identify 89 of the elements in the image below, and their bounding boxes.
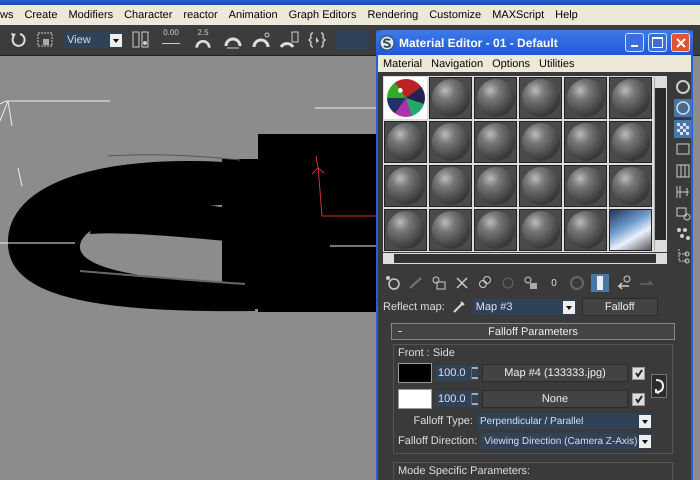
maximize-button[interactable] <box>648 33 667 52</box>
material-slot[interactable] <box>429 165 472 207</box>
menu-item[interactable]: Animation <box>228 9 278 21</box>
angle-snap-button[interactable]: 2.5 <box>191 28 215 52</box>
get-material-icon[interactable] <box>384 274 402 292</box>
falloff-type-dropdown[interactable]: Perpendicular / Parallel <box>477 413 652 429</box>
material-slot[interactable] <box>429 209 472 251</box>
material-slot[interactable] <box>429 121 472 163</box>
map-name-dropdown[interactable]: Map #3 <box>472 299 576 315</box>
checkbox[interactable] <box>632 392 645 406</box>
menu-item[interactable]: Help <box>555 9 578 21</box>
close-button[interactable] <box>671 33 690 52</box>
show-map-icon[interactable] <box>591 274 609 292</box>
material-slot[interactable] <box>564 77 607 119</box>
material-slot[interactable] <box>609 121 652 163</box>
menu-item[interactable]: Options <box>492 58 530 70</box>
material-slot[interactable] <box>474 165 517 207</box>
map-type-button[interactable]: Falloff <box>582 298 658 316</box>
color-swatch[interactable] <box>398 363 432 383</box>
map-button[interactable]: Map #4 (133333.jpg) <box>482 364 628 382</box>
put-to-library-icon[interactable] <box>522 274 540 292</box>
minimize-button[interactable] <box>625 33 644 52</box>
magnet-icon[interactable] <box>251 30 271 50</box>
photo-placeholder[interactable] <box>609 209 652 251</box>
color-swatch[interactable] <box>398 389 432 409</box>
columns-icon[interactable] <box>674 162 692 180</box>
material-slot[interactable] <box>429 77 472 119</box>
selection-set-field[interactable] <box>335 30 369 50</box>
material-slot[interactable] <box>384 165 427 207</box>
material-slot[interactable] <box>564 121 607 163</box>
swap-button[interactable] <box>651 374 667 398</box>
material-slot[interactable] <box>474 77 517 119</box>
swap-icon <box>653 376 665 396</box>
material-slot[interactable] <box>384 121 427 163</box>
menu-item[interactable]: MAXScript <box>492 9 544 21</box>
magnet-icon <box>194 38 212 50</box>
material-slot[interactable] <box>519 165 562 207</box>
menu-item[interactable]: Material <box>383 58 422 70</box>
material-slot[interactable] <box>474 121 517 163</box>
pivot-icon[interactable] <box>131 30 151 50</box>
menu-item[interactable]: Character <box>124 9 172 21</box>
menu-item[interactable]: Navigation <box>431 58 484 70</box>
falloff-type-label: Falloff Type: <box>413 415 473 427</box>
horizontal-scrollbar[interactable] <box>383 253 667 264</box>
close-icon <box>676 38 686 48</box>
menu-item[interactable]: reactor <box>183 9 218 21</box>
menu-item[interactable]: Create <box>24 9 58 21</box>
reset-icon[interactable] <box>430 274 448 292</box>
falloff-direction-label: Falloff Direction: <box>398 435 478 447</box>
reference-dropdown[interactable]: View <box>64 32 123 48</box>
rollout-header[interactable]: Falloff Parameters <box>391 323 675 340</box>
material-slot[interactable] <box>474 209 517 251</box>
material-id-button[interactable]: 0 <box>545 278 563 288</box>
magnet-icon[interactable] <box>279 30 299 50</box>
group-title: Mode Specific Parameters: <box>398 465 530 477</box>
amount-spinner[interactable]: 100.0 <box>436 391 478 407</box>
spinner-snap-button[interactable]: 0.00 <box>159 28 183 52</box>
go-to-parent-icon[interactable] <box>614 274 632 292</box>
sample-type-icon[interactable] <box>674 78 692 96</box>
group-title: Front : Side <box>398 347 456 359</box>
braces-icon[interactable] <box>307 30 327 50</box>
checker-icon[interactable] <box>674 120 692 138</box>
material-slot[interactable] <box>384 209 427 251</box>
material-slot[interactable] <box>564 165 607 207</box>
reflect-map-label: Reflect map: <box>383 301 445 313</box>
map-button[interactable]: None <box>482 390 628 408</box>
falloff-direction-dropdown[interactable]: Viewing Direction (Camera Z-Axis) <box>481 433 652 449</box>
vertical-scrollbar[interactable] <box>654 77 666 251</box>
backlight-icon[interactable] <box>674 99 692 117</box>
window-title: Material Editor - 01 - Default <box>399 36 559 50</box>
menu-item[interactable]: Customize <box>429 9 482 21</box>
nodes-icon[interactable] <box>674 225 692 243</box>
material-slot[interactable] <box>519 209 562 251</box>
undo-icon[interactable] <box>8 30 28 50</box>
material-slot[interactable] <box>564 209 607 251</box>
checkbox[interactable] <box>632 366 645 380</box>
menu-item[interactable]: Utilities <box>539 58 574 70</box>
app-icon <box>379 34 395 50</box>
film-icon[interactable] <box>674 183 692 201</box>
material-slot[interactable] <box>609 77 652 119</box>
material-slot[interactable] <box>519 77 562 119</box>
menu-item[interactable]: Graph Editors <box>288 9 356 21</box>
material-slot[interactable] <box>609 165 652 207</box>
menu-item[interactable]: Rendering <box>367 9 418 21</box>
menu-item[interactable]: ws <box>0 9 14 21</box>
material-slot[interactable] <box>519 121 562 163</box>
menu-item[interactable]: Modifiers <box>68 9 114 21</box>
eyedropper-icon[interactable] <box>450 299 467 315</box>
amount-spinner[interactable]: 100.0 <box>436 365 478 381</box>
